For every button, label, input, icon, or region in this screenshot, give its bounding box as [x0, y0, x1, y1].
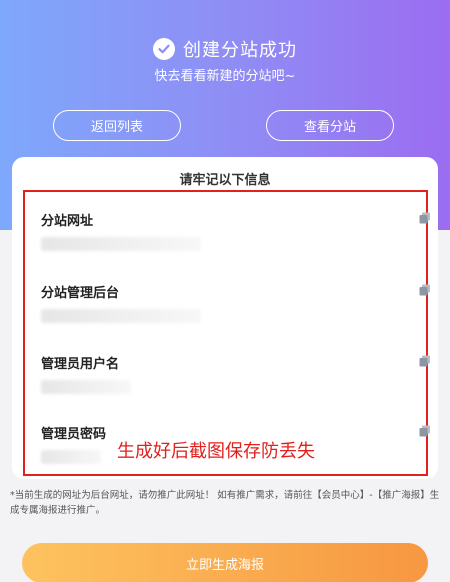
copy-icon[interactable]	[419, 284, 431, 296]
info-card: 请牢记以下信息 分站网址 分站管理后台 管理员用户名 管理员密码 生成好后截图保…	[12, 157, 438, 479]
back-to-list-button[interactable]: 返回列表	[53, 110, 181, 141]
info-item-admin: 分站管理后台	[41, 282, 430, 323]
info-value-redacted	[41, 309, 201, 323]
highlight-box: 分站网址 分站管理后台 管理员用户名 管理员密码	[23, 190, 431, 476]
generate-poster-button[interactable]: 立即生成海报	[22, 543, 428, 582]
copy-icon[interactable]	[419, 212, 431, 224]
card-title: 请牢记以下信息	[179, 173, 271, 188]
view-substation-button[interactable]: 查看分站	[266, 110, 394, 141]
info-label: 分站网址	[41, 214, 94, 229]
info-value-redacted	[41, 380, 131, 394]
info-label: 管理员用户名	[41, 357, 120, 372]
info-label: 分站管理后台	[41, 286, 120, 301]
info-item-username: 管理员用户名	[41, 353, 430, 394]
screenshot-reminder: 生成好后截图保存防丢失	[117, 441, 315, 462]
info-item-url: 分站网址	[41, 210, 430, 251]
success-subtitle: 快去看看新建的分站吧~	[154, 69, 296, 84]
notice-text: *当前生成的网址为后台网址，请勿推广此网址！ 如有推广需求，请前往【会员中心】-…	[10, 490, 440, 516]
copy-icon[interactable]	[419, 355, 431, 367]
copy-icon[interactable]	[419, 425, 431, 437]
success-title: 创建分站成功	[183, 40, 297, 61]
check-circle-icon	[153, 38, 175, 60]
success-header: 创建分站成功	[0, 36, 450, 62]
info-value-redacted	[41, 237, 201, 251]
info-value-redacted	[41, 450, 101, 464]
